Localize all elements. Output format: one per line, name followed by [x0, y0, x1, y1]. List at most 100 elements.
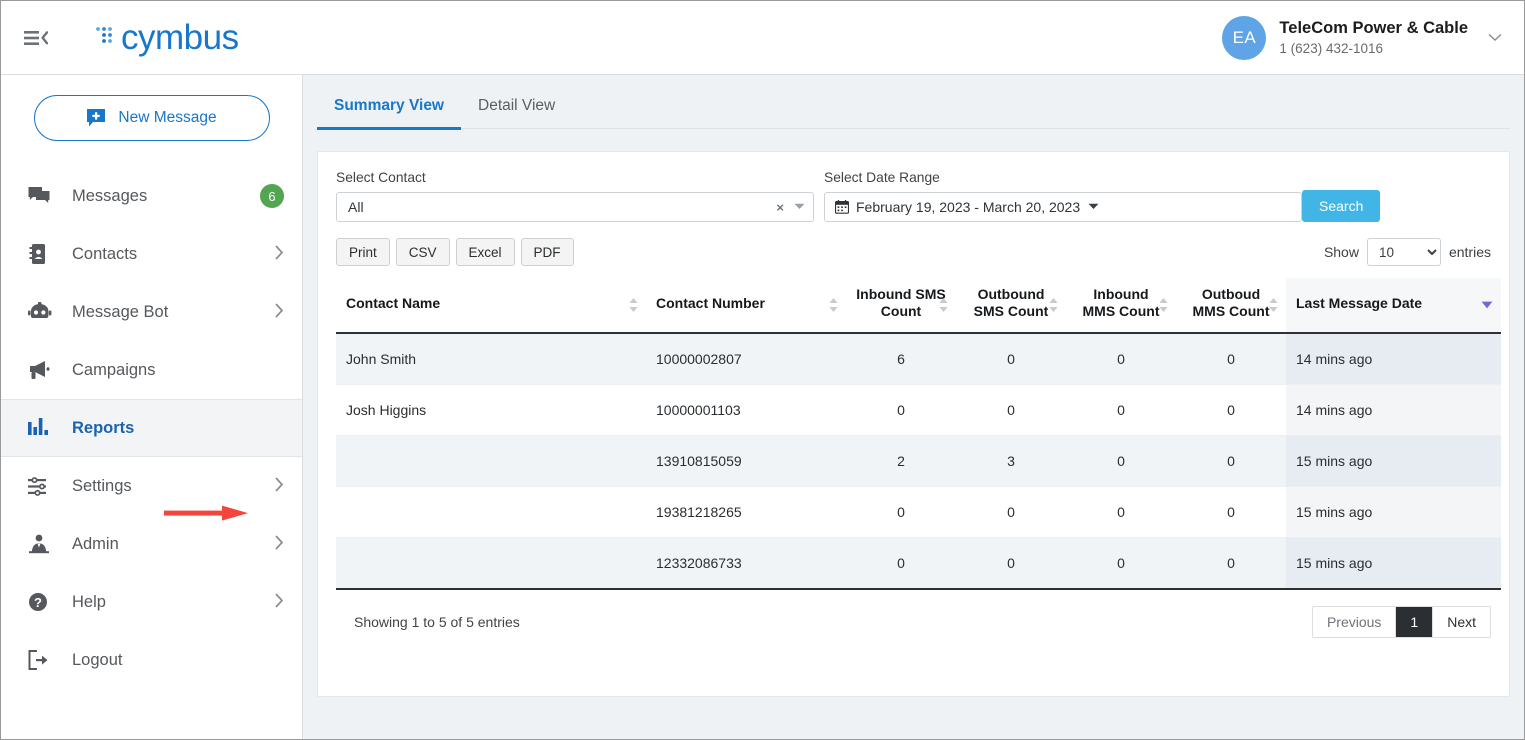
cell-outbound-mms: 0: [1176, 384, 1286, 436]
excel-button[interactable]: Excel: [455, 238, 515, 266]
logout-icon: [28, 648, 54, 672]
admin-user-icon: [28, 532, 54, 556]
top-header-bar: cymbus EA TeleCom Power & Cable 1 (623) …: [1, 1, 1524, 75]
table-row[interactable]: 13910815059 2 3 0 0 15 mins ago: [336, 435, 1501, 487]
table-toolbar: Print CSV Excel PDF Show 10 25 50 100 en…: [318, 222, 1509, 266]
sidebar-item-campaigns[interactable]: Campaigns: [1, 341, 302, 399]
cell-inbound-mms: 0: [1066, 333, 1176, 385]
table-row[interactable]: 12332086733 0 0 0 0 15 mins ago: [336, 537, 1501, 590]
sort-descending-icon[interactable]: [1481, 301, 1493, 309]
cell-outbound-sms: 0: [956, 384, 1066, 436]
page-1-button[interactable]: 1: [1396, 607, 1434, 637]
account-phone: 1 (623) 432-1016: [1279, 40, 1383, 56]
tab-summary-view[interactable]: Summary View: [317, 97, 461, 130]
cell-outbound-sms: 3: [956, 435, 1066, 487]
sort-icon[interactable]: [1269, 298, 1278, 312]
cell-outbound-mms: 0: [1176, 333, 1286, 385]
date-range-input[interactable]: February 19, 2023 - March 20, 2023: [824, 192, 1302, 222]
sidebar-item-reports[interactable]: Reports: [1, 399, 302, 457]
sidebar-item-label: Settings: [72, 476, 132, 495]
sidebar-item-logout[interactable]: Logout: [1, 631, 302, 689]
sidebar-item-label: Help: [72, 592, 106, 611]
cell-contact-name: [336, 435, 646, 487]
sort-icon[interactable]: [1049, 298, 1058, 312]
sidebar-item-contacts[interactable]: Contacts: [1, 225, 302, 283]
cell-inbound-sms: 2: [846, 435, 956, 487]
sort-icon[interactable]: [939, 298, 948, 312]
print-button[interactable]: Print: [336, 238, 390, 266]
chevron-right-icon: [275, 302, 284, 322]
sidebar-item-help[interactable]: ? Help: [1, 573, 302, 631]
new-message-label: New Message: [118, 109, 217, 126]
column-header-contact-number[interactable]: Contact Number: [646, 278, 846, 334]
next-page-button[interactable]: Next: [1433, 607, 1490, 637]
sort-icon[interactable]: [629, 298, 638, 312]
table-row[interactable]: Josh Higgins 10000001103 0 0 0 0 14 mins…: [336, 384, 1501, 436]
account-name: TeleCom Power & Cable: [1279, 18, 1468, 37]
chevron-right-icon: [275, 476, 284, 496]
column-label: Contact Name: [346, 294, 441, 311]
svg-text:?: ?: [34, 595, 42, 610]
column-header-last-message-date[interactable]: Last Message Date: [1286, 278, 1501, 334]
entries-label: entries: [1448, 244, 1491, 260]
sort-icon[interactable]: [829, 298, 838, 312]
cell-last-message-date: 14 mins ago: [1286, 384, 1501, 436]
cymbus-dots-icon: [95, 20, 119, 55]
sidebar: New Message Messages 6 Contacts Message …: [1, 75, 303, 739]
sidebar-item-message-bot[interactable]: Message Bot: [1, 283, 302, 341]
cell-last-message-date: 15 mins ago: [1286, 537, 1501, 590]
messages-badge: 6: [260, 184, 284, 208]
view-tabs: Summary View Detail View: [317, 75, 1510, 130]
cell-inbound-sms: 6: [846, 333, 956, 385]
chevron-down-icon[interactable]: [1488, 30, 1502, 45]
sidebar-item-label: Admin: [72, 534, 119, 553]
cell-inbound-mms: 0: [1066, 537, 1176, 590]
cell-last-message-date: 15 mins ago: [1286, 486, 1501, 538]
table-row[interactable]: 19381218265 0 0 0 0 15 mins ago: [336, 486, 1501, 538]
cell-contact-number: 12332086733: [646, 537, 846, 590]
search-button[interactable]: Search: [1302, 190, 1381, 222]
column-label: Last Message Date: [1296, 294, 1423, 311]
chevron-right-icon: [275, 534, 284, 554]
cell-last-message-date: 14 mins ago: [1286, 333, 1501, 385]
page-size-select[interactable]: 10 25 50 100: [1366, 238, 1441, 266]
megaphone-icon: [28, 358, 54, 382]
tab-detail-view[interactable]: Detail View: [461, 97, 572, 128]
sidebar-item-admin[interactable]: Admin: [1, 515, 302, 573]
cell-contact-number: 13910815059: [646, 435, 846, 487]
sidebar-item-messages[interactable]: Messages 6: [1, 167, 302, 225]
column-header-outbound-sms-count[interactable]: Outbound SMS Count: [956, 278, 1066, 334]
new-message-button[interactable]: New Message: [33, 95, 270, 141]
cell-outbound-mms: 0: [1176, 537, 1286, 590]
cell-inbound-mms: 0: [1066, 435, 1176, 487]
cell-contact-number: 19381218265: [646, 486, 846, 538]
sort-icon[interactable]: [1159, 298, 1168, 312]
table-header-row: Contact Name Contact Number Inbound SMS …: [336, 278, 1501, 334]
robot-icon: [28, 300, 54, 324]
cell-inbound-sms: 0: [846, 537, 956, 590]
hamburger-collapse-icon[interactable]: [19, 21, 53, 55]
column-label: Contact Number: [656, 294, 765, 311]
sidebar-item-settings[interactable]: Settings: [1, 457, 302, 515]
select-contact-input[interactable]: All ×: [336, 192, 814, 222]
account-menu[interactable]: EA TeleCom Power & Cable 1 (623) 432-101…: [1222, 15, 1510, 60]
sliders-icon: [28, 474, 54, 498]
previous-page-button[interactable]: Previous: [1312, 607, 1397, 637]
column-header-outbound-mms-count[interactable]: Outboud MMS Count: [1176, 278, 1286, 334]
table-wrapper: Contact Name Contact Number Inbound SMS …: [318, 266, 1509, 590]
column-header-inbound-sms-count[interactable]: Inbound SMS Count: [846, 278, 956, 334]
caret-down-icon[interactable]: [1088, 202, 1099, 212]
select-contact-label: Select Contact: [336, 170, 426, 185]
pdf-button[interactable]: PDF: [520, 238, 574, 266]
select-date-range-group: Select Date Range February 19, 2023 - Ma…: [824, 170, 1302, 222]
column-header-contact-name[interactable]: Contact Name: [336, 278, 646, 334]
chevron-right-icon: [275, 244, 284, 264]
csv-button[interactable]: CSV: [395, 238, 450, 266]
cell-contact-number: 10000001103: [646, 384, 846, 436]
clear-icon[interactable]: ×: [776, 200, 784, 215]
column-header-inbound-mms-count[interactable]: Inbound MMS Count: [1066, 278, 1176, 334]
table-row[interactable]: John Smith 10000002807 6 0 0 0 14 mins a…: [336, 333, 1501, 385]
chevron-down-icon[interactable]: [794, 202, 805, 212]
brand-logo[interactable]: cymbus: [95, 18, 239, 58]
select-contact-group: Select Contact All ×: [336, 170, 814, 222]
